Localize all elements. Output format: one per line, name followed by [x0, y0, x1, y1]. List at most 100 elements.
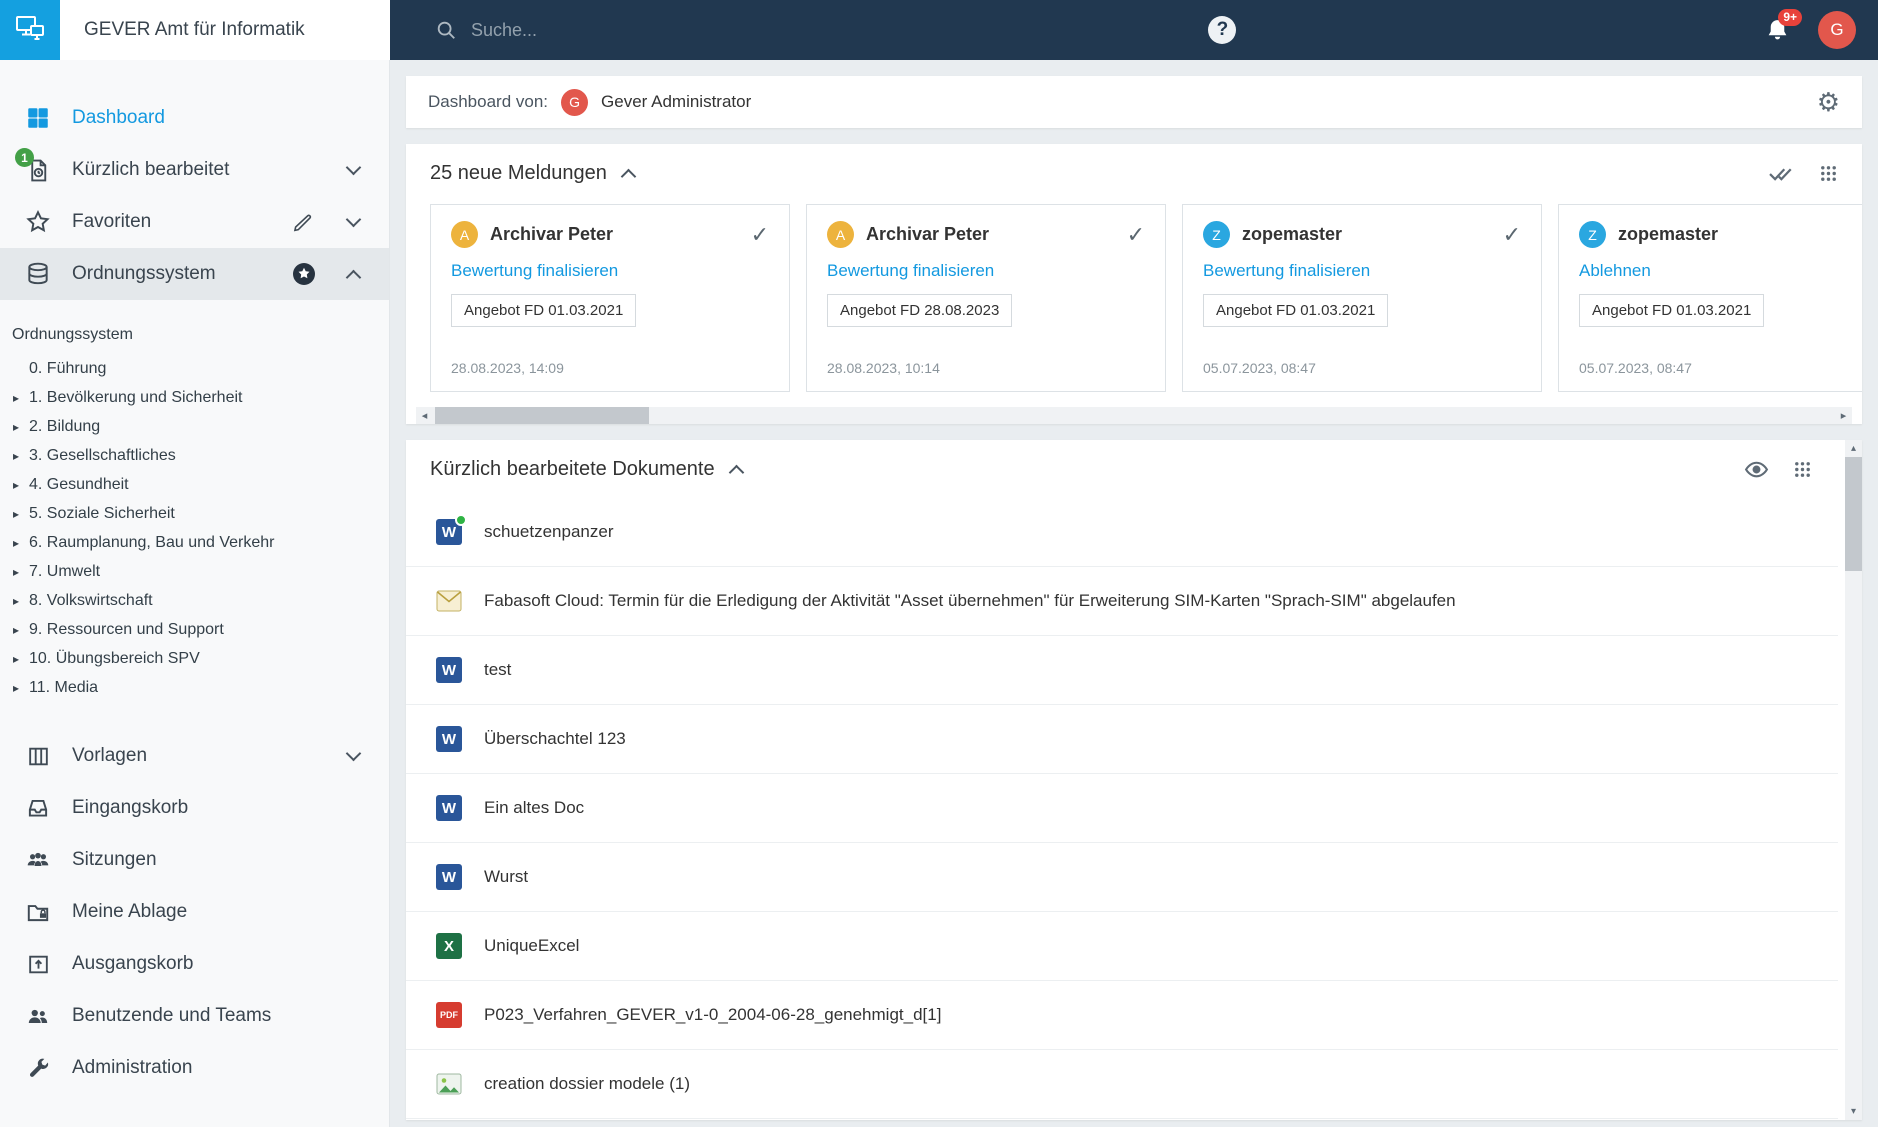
tree-item[interactable]: ▸ 3. Gesellschaftliches [10, 441, 379, 470]
sender-name: Archivar Peter [490, 224, 614, 244]
tree-item[interactable]: ▸ 11. Media [10, 673, 379, 702]
tree-item[interactable]: ▸ 8. Volkswirtschaft [10, 586, 379, 615]
chevron-up-icon[interactable] [345, 269, 362, 285]
tree-item[interactable]: 0. Führung [10, 354, 379, 383]
tree-expand-arrow[interactable]: ▸ [10, 594, 29, 608]
favorite-star-badge-icon[interactable] [292, 262, 316, 286]
edit-pencil-icon[interactable] [293, 212, 314, 233]
activity-link[interactable]: Bewertung finalisieren [451, 261, 618, 281]
sidebar-item-benutzende-und-teams[interactable]: Benutzende und Teams [0, 990, 389, 1042]
vertical-scrollbar[interactable]: ▴ ▾ [1845, 440, 1862, 1120]
tree-item[interactable]: ▸ 2. Bildung [10, 412, 379, 441]
document-row[interactable]: creation dossier modele (1) [406, 1050, 1838, 1119]
help-button[interactable]: ? [1208, 16, 1237, 44]
sidebar-item-eingangskorb[interactable]: Eingangskorb [0, 782, 389, 834]
notifications-button[interactable]: 9+ [1765, 8, 1802, 43]
watch-eye-icon[interactable] [1744, 457, 1769, 482]
document-row[interactable]: Fabasoft Cloud: Termin für die Erledigun… [406, 567, 1838, 636]
tree-item[interactable]: ▸ 6. Raumplanung, Bau und Verkehr [10, 528, 379, 557]
notification-card[interactable]: A Archivar Peter ✓ Bewertung finalisiere… [806, 204, 1166, 392]
tree-expand-arrow[interactable]: ▸ [10, 623, 29, 637]
activity-link[interactable]: Bewertung finalisieren [1203, 261, 1370, 281]
tree-expand-arrow[interactable]: ▸ [10, 652, 29, 666]
sidebar-item-vorlagen[interactable]: Vorlagen [0, 730, 389, 782]
tree-expand-arrow[interactable]: ▸ [10, 681, 29, 695]
notification-timestamp: 05.07.2023, 08:47 [1579, 360, 1692, 376]
scrollbar-thumb[interactable] [435, 407, 649, 424]
activity-link[interactable]: Ablehnen [1579, 261, 1651, 281]
reference-tag[interactable]: Angebot FD 01.03.2021 [1579, 294, 1765, 327]
notifications-title: 25 neue Meldungen [430, 161, 607, 184]
document-list: W schuetzenpanzer Fabasoft Cloud: Termin… [406, 498, 1838, 1119]
mark-done-check-icon[interactable]: ✓ [1503, 222, 1521, 248]
mark-done-check-icon[interactable]: ✓ [1127, 222, 1145, 248]
scroll-right-arrow[interactable]: ▸ [1835, 407, 1852, 424]
reference-tag[interactable]: Angebot FD 28.08.2023 [827, 294, 1013, 327]
search-icon [435, 19, 457, 41]
chevron-down-icon[interactable] [345, 211, 362, 227]
search-bar[interactable] [435, 19, 975, 41]
collapse-chevron-up-icon[interactable] [620, 168, 637, 184]
owner-avatar: G [561, 88, 589, 116]
app-logo[interactable] [0, 0, 60, 60]
mark-done-check-icon[interactable]: ✓ [751, 222, 769, 248]
word-document-icon: W [436, 514, 467, 545]
widget-drag-grid-icon[interactable] [1793, 460, 1812, 479]
tree-root[interactable]: Ordnungssystem [10, 322, 379, 354]
tree-item[interactable]: ▸ 10. Übungsbereich SPV [10, 644, 379, 673]
document-title: Fabasoft Cloud: Termin für die Erledigun… [484, 591, 1456, 610]
sidebar-item-label: Dashboard [72, 107, 165, 128]
sidebar-item-favorites[interactable]: Favoriten [0, 196, 389, 248]
reference-tag[interactable]: Angebot FD 01.03.2021 [1203, 294, 1389, 327]
tree-expand-arrow[interactable]: ▸ [10, 420, 29, 434]
sidebar-item-recently-edited[interactable]: 1 Kürzlich bearbeitet [0, 144, 389, 196]
inbox-icon [24, 794, 52, 822]
tree-expand-arrow[interactable]: ▸ [10, 449, 29, 463]
document-row[interactable]: PDF P023_Verfahren_GEVER_v1-0_2004-06-28… [406, 981, 1838, 1050]
scroll-down-arrow[interactable]: ▾ [1845, 1103, 1862, 1120]
tree-item[interactable]: ▸ 4. Gesundheit [10, 470, 379, 499]
chevron-down-icon[interactable] [345, 159, 362, 175]
scroll-left-arrow[interactable]: ◂ [416, 407, 433, 424]
activity-link[interactable]: Bewertung finalisieren [827, 261, 994, 281]
sidebar-item-meine-ablage[interactable]: Meine Ablage [0, 886, 389, 938]
document-title: test [484, 660, 512, 679]
mark-all-read-icon[interactable] [1768, 160, 1795, 187]
sidebar-item-ausgangskorb[interactable]: Ausgangskorb [0, 938, 389, 990]
user-avatar[interactable]: G [1818, 11, 1856, 49]
sidebar-item-ordnungssystem[interactable]: Ordnungssystem [0, 248, 389, 300]
search-input[interactable] [471, 19, 901, 41]
ordnungssystem-tree: Ordnungssystem 0. Führung ▸ 1. Bevölkerun… [0, 322, 389, 730]
settings-gear-icon[interactable]: ⚙ [1817, 89, 1840, 115]
tree-expand-arrow[interactable]: ▸ [10, 507, 29, 521]
tree-item[interactable]: ▸ 1. Bevölkerung und Sicherheit [10, 383, 379, 412]
collapse-chevron-up-icon[interactable] [728, 464, 744, 480]
tree-item[interactable]: ▸ 9. Ressourcen und Support [10, 615, 379, 644]
horizontal-scrollbar[interactable]: ◂ ▸ [416, 407, 1852, 424]
scrollbar-track[interactable] [433, 407, 1835, 424]
document-row[interactable]: W schuetzenpanzer [406, 498, 1838, 567]
notification-card[interactable]: Z zopemaster ✓ Bewertung finalisieren An… [1182, 204, 1542, 392]
notification-card[interactable]: Z zopemaster Ablehnen Angebot FD 01.03.2… [1558, 204, 1862, 392]
document-row[interactable]: W Überschachtel 123 [406, 705, 1838, 774]
scrollbar-thumb[interactable] [1845, 457, 1862, 571]
document-row[interactable]: W test [406, 636, 1838, 705]
document-row[interactable]: X UniqueExcel [406, 912, 1838, 981]
widget-drag-grid-icon[interactable] [1819, 164, 1838, 183]
tree-item[interactable]: ▸ 7. Umwelt [10, 557, 379, 586]
tree-expand-arrow[interactable]: ▸ [10, 536, 29, 550]
tree-expand-arrow[interactable]: ▸ [10, 565, 29, 579]
sidebar-item-administration[interactable]: Administration [0, 1042, 389, 1094]
tree-expand-arrow[interactable]: ▸ [10, 391, 29, 405]
tree-item[interactable]: ▸ 5. Soziale Sicherheit [10, 499, 379, 528]
notification-card[interactable]: A Archivar Peter ✓ Bewertung finalisiere… [430, 204, 790, 392]
monitor-icon [13, 11, 47, 50]
chevron-down-icon[interactable] [345, 745, 362, 761]
document-row[interactable]: W Wurst [406, 843, 1838, 912]
sidebar-item-sitzungen[interactable]: Sitzungen [0, 834, 389, 886]
tree-expand-arrow[interactable]: ▸ [10, 478, 29, 492]
reference-tag[interactable]: Angebot FD 01.03.2021 [451, 294, 637, 327]
scroll-up-arrow[interactable]: ▴ [1845, 440, 1862, 457]
document-row[interactable]: W Ein altes Doc [406, 774, 1838, 843]
sidebar-item-dashboard[interactable]: Dashboard [0, 92, 389, 144]
